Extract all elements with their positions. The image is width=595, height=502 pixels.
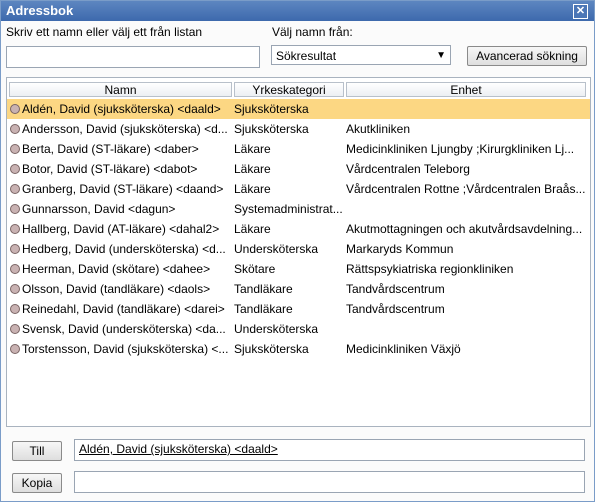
table-row[interactable]: Olsson, David (tandläkare) <daols> Tandlä… bbox=[7, 279, 590, 299]
person-status-icon bbox=[10, 344, 20, 354]
cell-category: Läkare bbox=[234, 182, 271, 196]
copy-field[interactable] bbox=[74, 471, 585, 493]
table-row[interactable]: Andersson, David (sjuksköterska) <d... Sj… bbox=[7, 119, 590, 139]
cell-category: Sjuksköterska bbox=[234, 342, 309, 356]
cell-category: Undersköterska bbox=[234, 322, 319, 336]
cell-name: Svensk, David (undersköterska) <da... bbox=[22, 322, 226, 336]
advanced-search-button[interactable]: Avancerad sökning bbox=[467, 46, 587, 66]
source-label: Välj namn från: bbox=[272, 25, 353, 39]
person-status-icon bbox=[10, 104, 20, 114]
copy-button[interactable]: Kopia bbox=[12, 473, 62, 493]
table-row[interactable]: Heerman, David (skötare) <dahee> Skötare R… bbox=[7, 259, 590, 279]
table-row[interactable]: Svensk, David (undersköterska) <da... Und… bbox=[7, 319, 590, 339]
cell-category: Tandläkare bbox=[234, 282, 293, 296]
person-status-icon bbox=[10, 204, 20, 214]
cell-unit: Vårdcentralen Rottne ;Vårdcentralen Braå… bbox=[346, 182, 586, 196]
cell-unit bbox=[346, 99, 586, 119]
cell-name: Botor, David (ST-läkare) <dabot> bbox=[22, 162, 198, 176]
cell-name: Olsson, David (tandläkare) <daols> bbox=[22, 282, 211, 296]
person-status-icon bbox=[10, 124, 20, 134]
cell-unit: Tandvårdscentrum bbox=[346, 302, 445, 316]
cell-category: Systemadministrat... bbox=[234, 202, 343, 216]
person-status-icon bbox=[10, 324, 20, 334]
window-title: Adressbok bbox=[6, 3, 74, 18]
table-row[interactable]: Granberg, David (ST-läkare) <daand> Läkar… bbox=[7, 179, 590, 199]
cell-name: Torstensson, David (sjuksköterska) <... bbox=[22, 342, 229, 356]
person-status-icon bbox=[10, 284, 20, 294]
cell-category: Skötare bbox=[234, 262, 276, 276]
cell-unit: Medicinkliniken Växjö bbox=[346, 342, 461, 356]
person-status-icon bbox=[10, 184, 20, 194]
table-row[interactable]: Aldén, David (sjuksköterska) <daald> Sjuk… bbox=[7, 99, 590, 119]
chevron-down-icon[interactable]: ▼ bbox=[436, 46, 446, 66]
cell-category: Läkare bbox=[234, 162, 271, 176]
column-header-name[interactable]: Namn bbox=[9, 82, 232, 97]
address-book-window: Adressbok ✕ Skriv ett namn eller välj et… bbox=[0, 0, 595, 502]
cell-unit: Vårdcentralen Teleborg bbox=[346, 162, 470, 176]
person-status-icon bbox=[10, 224, 20, 234]
source-select[interactable]: Sökresultat ▼ bbox=[271, 45, 451, 65]
title-bar[interactable]: Adressbok ✕ bbox=[1, 1, 594, 21]
search-input[interactable] bbox=[6, 46, 260, 68]
cell-unit bbox=[346, 199, 586, 219]
result-list[interactable]: Namn Yrkeskategori Enhet Aldén, David (s… bbox=[6, 77, 591, 427]
cell-name: Heerman, David (skötare) <dahee> bbox=[22, 262, 211, 276]
cell-name: Berta, David (ST-läkare) <daber> bbox=[22, 142, 199, 156]
cell-name: Hallberg, David (AT-läkare) <dahal2> bbox=[22, 222, 220, 236]
cell-category: Sjuksköterska bbox=[234, 122, 309, 136]
table-row[interactable]: Hedberg, David (undersköterska) <d... Und… bbox=[7, 239, 590, 259]
cell-name: Andersson, David (sjuksköterska) <d... bbox=[22, 122, 228, 136]
table-row[interactable]: Berta, David (ST-läkare) <daber> Läkare Me… bbox=[7, 139, 590, 159]
cell-unit: Tandvårdscentrum bbox=[346, 282, 445, 296]
table-row[interactable]: Reinedahl, David (tandläkare) <darei> Tan… bbox=[7, 299, 590, 319]
to-button[interactable]: Till bbox=[12, 441, 62, 461]
source-select-value: Sökresultat bbox=[276, 49, 337, 63]
to-field[interactable]: Aldén, David (sjuksköterska) <daald> bbox=[74, 439, 585, 461]
cell-unit bbox=[346, 319, 586, 339]
close-icon[interactable]: ✕ bbox=[573, 4, 588, 19]
table-row[interactable]: Botor, David (ST-läkare) <dabot> Läkare Vå… bbox=[7, 159, 590, 179]
cell-unit: Akutmottagningen och akutvårdsavdelning.… bbox=[346, 222, 583, 236]
cell-category: Tandläkare bbox=[234, 302, 293, 316]
person-status-icon bbox=[10, 164, 20, 174]
cell-unit: Rättspsykiatriska regionkliniken bbox=[346, 262, 514, 276]
search-label: Skriv ett namn eller välj ett från lista… bbox=[6, 25, 203, 39]
to-recipient[interactable]: Aldén, David (sjuksköterska) <daald> bbox=[79, 442, 278, 456]
table-row[interactable]: Hallberg, David (AT-läkare) <dahal2> Läka… bbox=[7, 219, 590, 239]
cell-name: Reinedahl, David (tandläkare) <darei> bbox=[22, 302, 225, 316]
cell-name: Hedberg, David (undersköterska) <d... bbox=[22, 242, 226, 256]
cell-unit: Markaryds Kommun bbox=[346, 242, 454, 256]
column-header-category[interactable]: Yrkeskategori bbox=[234, 82, 344, 97]
person-status-icon bbox=[10, 304, 20, 314]
person-status-icon bbox=[10, 144, 20, 154]
cell-category: Läkare bbox=[234, 142, 271, 156]
cell-category: Sjuksköterska bbox=[234, 102, 309, 116]
table-row[interactable]: Gunnarsson, David <dagun> Systemadministr… bbox=[7, 199, 590, 219]
person-status-icon bbox=[10, 264, 20, 274]
cell-unit: Akutkliniken bbox=[346, 122, 411, 136]
person-status-icon bbox=[10, 244, 20, 254]
cell-name: Gunnarsson, David <dagun> bbox=[22, 202, 176, 216]
cell-name: Aldén, David (sjuksköterska) <daald> bbox=[22, 102, 221, 116]
table-row[interactable]: Torstensson, David (sjuksköterska) <... S… bbox=[7, 339, 590, 359]
cell-unit: Medicinkliniken Ljungby ;Kirurgkliniken … bbox=[346, 142, 575, 156]
cell-name: Granberg, David (ST-läkare) <daand> bbox=[22, 182, 224, 196]
cell-category: Undersköterska bbox=[234, 242, 319, 256]
column-header-unit[interactable]: Enhet bbox=[346, 82, 586, 97]
cell-category: Läkare bbox=[234, 222, 271, 236]
